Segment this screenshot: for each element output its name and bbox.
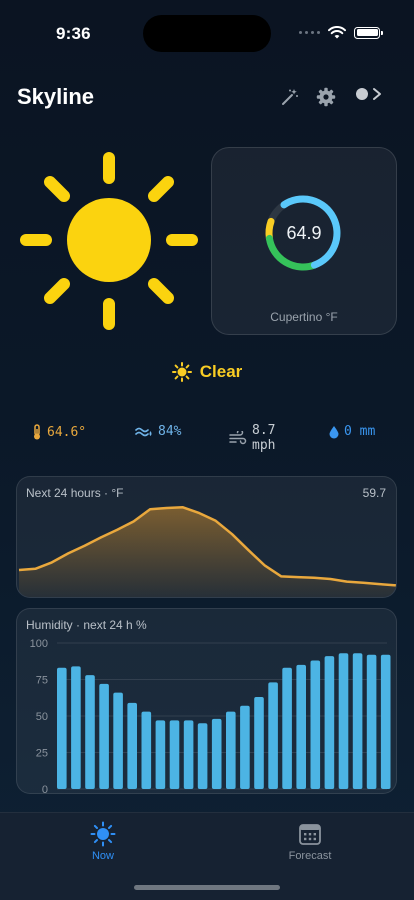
humidity-chart-card: 100 75 50 25 0 Humidity · next 24 h % [16, 608, 397, 794]
wifi-icon [328, 26, 346, 39]
sun-tab-icon [90, 821, 116, 847]
calendar-icon [299, 824, 321, 845]
humidity-y-tick: 50 [36, 711, 48, 723]
app-title: Skyline [17, 84, 95, 109]
humidity-bar [197, 723, 208, 789]
humidity-bar [113, 692, 123, 789]
humidity-bar [296, 664, 306, 789]
stat-precipitation: 0 mm [329, 424, 375, 439]
location-caption: Cupertino °F [270, 310, 338, 324]
humidity-bar [57, 667, 67, 789]
small-sun-icon [171, 362, 192, 382]
humidity-bar [99, 683, 109, 789]
stat-precipitation-value: 0 mm [344, 424, 376, 439]
humidity-bar [352, 653, 363, 789]
humidity-y-tick: 25 [36, 748, 48, 760]
stat-temperature: 64.6° [32, 424, 86, 440]
tab-now[interactable]: Now [80, 821, 126, 862]
raindrop-icon [329, 425, 339, 438]
humidity-bar [85, 675, 95, 789]
humidity-bar [268, 682, 278, 789]
tab-forecast-label: Forecast [288, 850, 332, 862]
temp-area-fill [19, 507, 396, 597]
stat-wind-unit: mph [252, 438, 276, 453]
condition-label: Clear [199, 362, 243, 381]
appearance-toggle[interactable] [356, 87, 382, 101]
cellular-signal-icon [299, 31, 320, 34]
tab-forecast[interactable]: Forecast [278, 821, 342, 862]
humidity-bar [211, 718, 222, 789]
stat-wind: 8.7 mph [229, 423, 275, 453]
humidity-bar [254, 697, 264, 789]
humidity-icon [135, 427, 152, 436]
humidity-bar [155, 720, 166, 789]
stat-humidity: 84% [135, 424, 181, 439]
wind-icon [229, 431, 247, 445]
temperature-chart-card: Next 24 hours · °F 59.7 [16, 476, 397, 598]
humidity-bar [240, 705, 250, 789]
battery-icon [354, 26, 383, 39]
chevron-right-icon [373, 88, 381, 100]
stat-temperature-value: 64.6° [47, 424, 87, 440]
status-time: 9:36 [56, 24, 91, 43]
sun-icon [20, 152, 198, 330]
humidity-bar [310, 660, 321, 789]
humidity-bar-chart: 100 75 50 25 0 [30, 638, 391, 794]
humidity-chart-title: Humidity · next 24 h % [26, 618, 147, 632]
humidity-bar [127, 702, 137, 789]
temp-chart-current: 59.7 [362, 486, 386, 500]
stat-humidity-value: 84% [158, 424, 182, 439]
humidity-bar [71, 666, 81, 789]
humidity-y-tick: 0 [42, 784, 48, 794]
dynamic-island [143, 15, 271, 52]
temp-chart-title: Next 24 hours · °F [26, 486, 124, 500]
humidity-bar [226, 711, 236, 789]
current-temp-value: 64.9 [286, 223, 322, 243]
magic-wand-icon[interactable] [279, 86, 301, 108]
humidity-bar [366, 654, 377, 789]
status-indicators [299, 26, 383, 39]
app-screen: 9:36 Skyline 64.9 Cupertino °F Clear 64.… [0, 0, 414, 900]
current-temp-card[interactable]: 64.9 Cupertino °F [211, 147, 397, 335]
humidity-y-tick: 100 [30, 638, 48, 650]
humidity-bar [338, 653, 349, 789]
stat-wind-value: 8.7 [252, 423, 276, 438]
humidity-bar [183, 720, 194, 789]
toggle-dot-icon [356, 88, 368, 100]
humidity-bar [380, 654, 391, 789]
humidity-bar [282, 667, 292, 789]
humidity-y-tick: 75 [36, 675, 48, 687]
gear-icon[interactable] [315, 86, 337, 108]
condition-row: Clear [0, 362, 414, 382]
thermometer-icon [34, 424, 40, 440]
home-indicator [134, 885, 280, 890]
tab-now-label: Now [91, 850, 114, 862]
humidity-bar [169, 720, 180, 789]
humidity-bar [324, 656, 335, 789]
humidity-bar [141, 711, 152, 789]
